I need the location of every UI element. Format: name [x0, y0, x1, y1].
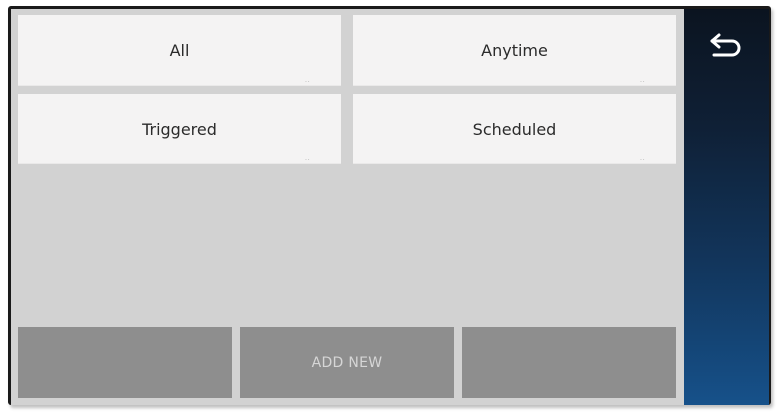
- filter-anytime-button[interactable]: Anytime ‥: [353, 15, 676, 86]
- tile-dots-icon: ‥: [639, 75, 646, 84]
- tile-dots-icon: ‥: [304, 75, 311, 84]
- filter-scheduled-label: Scheduled: [472, 119, 557, 139]
- left-action-button[interactable]: [18, 327, 232, 398]
- filter-all-label: All: [169, 41, 190, 60]
- filter-triggered-label: Triggered: [142, 119, 217, 139]
- filter-all-button[interactable]: All ‥: [18, 15, 341, 86]
- back-button[interactable]: [706, 28, 746, 64]
- back-arrow-icon: [710, 33, 741, 57]
- filter-scheduled-button[interactable]: Scheduled ‥: [353, 94, 676, 164]
- screen: All ‥ Anytime ‥ Triggered ‥ Scheduled ‥ …: [0, 0, 779, 413]
- filter-anytime-label: Anytime: [481, 41, 548, 60]
- add-new-button[interactable]: ADD NEW: [240, 327, 454, 398]
- sidebar: [684, 9, 769, 405]
- tile-dots-icon: ‥: [304, 153, 311, 162]
- right-action-button[interactable]: [462, 327, 676, 398]
- tile-dots-icon: ‥: [639, 153, 646, 162]
- add-new-label: ADD NEW: [311, 354, 383, 371]
- filter-triggered-button[interactable]: Triggered ‥: [18, 94, 341, 164]
